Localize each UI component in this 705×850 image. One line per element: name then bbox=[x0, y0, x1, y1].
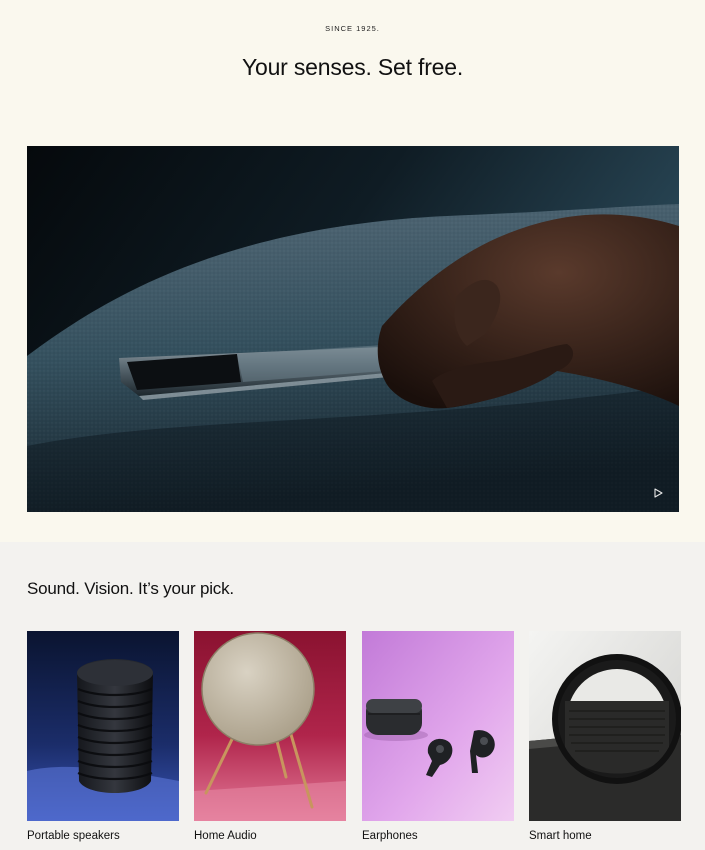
category-image-portable-speakers bbox=[27, 631, 179, 821]
category-card-earphones[interactable]: Earphones bbox=[362, 631, 514, 842]
hero-section: SINCE 1925. Your senses. Set free. bbox=[0, 0, 705, 542]
hero-title: Your senses. Set free. bbox=[241, 54, 464, 80]
category-card-portable-speakers[interactable]: Portable speakers bbox=[27, 631, 179, 842]
category-label: Earphones bbox=[362, 830, 418, 842]
hero-video[interactable] bbox=[27, 146, 679, 512]
category-image-earphones bbox=[362, 631, 514, 821]
category-card-smart-home[interactable]: Smart home bbox=[529, 631, 681, 842]
play-icon bbox=[653, 488, 663, 498]
category-section: Sound. Vision. It’s your pick. Portable … bbox=[0, 542, 705, 850]
category-label: Home Audio bbox=[194, 830, 257, 842]
category-image-smart-home bbox=[529, 631, 681, 821]
category-image-home-audio bbox=[194, 631, 346, 821]
category-label: Portable speakers bbox=[27, 830, 120, 842]
play-button[interactable] bbox=[651, 486, 665, 500]
category-label: Smart home bbox=[529, 830, 592, 842]
category-card-home-audio[interactable]: Home Audio bbox=[194, 631, 346, 842]
hero-image bbox=[27, 146, 679, 512]
category-section-title: Sound. Vision. It’s your pick. bbox=[27, 579, 234, 598]
hero-eyebrow: SINCE 1925. bbox=[325, 24, 380, 33]
